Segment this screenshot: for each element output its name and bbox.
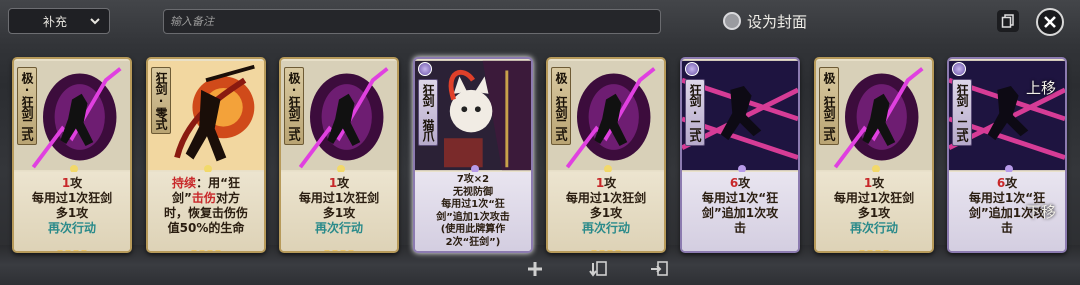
desc-line: 2次“狂剑”) [445, 236, 501, 248]
cost-icon [685, 62, 699, 76]
desc-line: 每用过1次狂剑 [833, 191, 915, 205]
desc-line: 多1攻 [589, 206, 623, 220]
export-button[interactable] [648, 258, 670, 280]
card-name: 极·狂剑二式 [17, 67, 37, 145]
attack-value: 1 [595, 176, 605, 190]
desc-line: 无视防御 [453, 186, 493, 198]
card-description: 1攻 每用过1次狂剑 多1攻 再次行动 [14, 172, 130, 251]
attack-unit: 攻 [337, 176, 350, 190]
desc-text: 剑” [172, 191, 192, 205]
attack-value: 1 [328, 176, 338, 190]
desc-line: (使用此牌算作 [440, 224, 506, 235]
category-label: 补充 [43, 14, 68, 29]
desc-line: 剑”追加1次攻 [701, 206, 779, 220]
desc-keyword: 再次行动 [581, 221, 630, 235]
attack-value: 6 [729, 176, 739, 190]
desc-line: 击 [733, 221, 746, 235]
desc-line: 时，恢复击伤伤 [163, 206, 248, 220]
category-dropdown[interactable]: 补充 [8, 8, 110, 34]
desc-keyword: 再次行动 [849, 221, 898, 235]
attack-value: 1 [61, 176, 71, 190]
radio-icon[interactable] [723, 12, 741, 30]
card-7[interactable]: 极·狂剑二式 1攻 每用过1次狂剑 多1攻 再次行动 [814, 57, 934, 253]
desc-text: 对方 [215, 191, 240, 205]
card-2[interactable]: 狂剑·零式 持续：用“狂 剑”击伤对方 时，恢复击伤伤 值50%的生命 [146, 57, 266, 253]
card-description: 1攻 每用过1次狂剑 多1攻 再次行动 [816, 172, 932, 251]
export-icon [651, 261, 668, 276]
keyword-wound: 击伤 [191, 191, 216, 205]
card-description: 1攻 每用过1次狂剑 多1攻 再次行动 [281, 172, 397, 251]
copy-button[interactable] [997, 10, 1019, 32]
desc-line: 每用过1次“狂 [441, 199, 505, 210]
rarity-dots [191, 250, 221, 251]
attack-value: 1 [863, 176, 873, 190]
cost-icon [418, 62, 432, 76]
card-name: 狂剑·零式 [151, 67, 171, 134]
card-description: 7攻×2 无视防御 每用过1次“狂 剑”追加1次攻击 (使用此牌算作 2次“狂剑… [415, 172, 531, 251]
set-cover-label: 设为封面 [747, 12, 808, 31]
desc-line: 多1攻 [55, 206, 89, 220]
rarity-dots [859, 250, 889, 251]
attack-unit: 攻 [738, 176, 751, 190]
cost-icon [952, 62, 966, 76]
copy-icon [1001, 14, 1014, 28]
desc-line: 每用过1次狂剑 [565, 191, 647, 205]
desc-line: 每用过1次“狂 [701, 191, 779, 205]
import-button[interactable] [587, 258, 609, 280]
move-down-label: 下移 [1025, 202, 1056, 221]
desc-keyword: 再次行动 [314, 221, 363, 235]
add-button[interactable] [524, 258, 546, 280]
desc-line: 剑”追加1次攻击 [436, 211, 510, 223]
desc-line: 多1攻 [322, 206, 356, 220]
move-up-label: 上移 [1025, 78, 1056, 97]
card-6[interactable]: 狂剑·二式 6攻 每用过1次“狂 剑”追加1次攻 击 [680, 57, 800, 253]
desc-line: 值50%的生命 [167, 221, 245, 235]
attack-value: 6 [996, 176, 1006, 190]
close-icon [1044, 16, 1056, 28]
attack-unit: 攻 [70, 176, 83, 190]
desc-line: 每用过1次狂剑 [298, 191, 380, 205]
set-cover-toggle[interactable]: 设为封面 [723, 10, 807, 32]
card-name: 狂剑·猫爪 [418, 79, 438, 146]
move-down-button[interactable]: 下移 [1018, 196, 1064, 226]
card-name: 极·狂剑二式 [284, 67, 304, 145]
desc-line: 每用过1次狂剑 [31, 191, 113, 205]
card-3[interactable]: 极·狂剑二式 1攻 每用过1次狂剑 多1攻 再次行动 [279, 57, 399, 253]
card-name: 极·狂剑二式 [551, 67, 571, 145]
attack-unit: 攻 [1005, 176, 1018, 190]
import-icon [589, 261, 607, 277]
card-description: 6攻 每用过1次“狂 剑”追加1次攻 击 [682, 172, 798, 251]
desc-keyword: 再次行动 [47, 221, 96, 235]
rarity-dots [57, 250, 87, 251]
attack-unit: 攻 [872, 176, 885, 190]
desc-line: 多1攻 [857, 206, 891, 220]
card-1[interactable]: 极·狂剑二式 1攻 每用过1次狂剑 多1攻 再次行动 [12, 57, 132, 253]
add-icon [528, 262, 542, 276]
rarity-dots [324, 250, 354, 251]
keyword-sustain: 持续 [172, 176, 197, 190]
card-5[interactable]: 极·狂剑二式 1攻 每用过1次狂剑 多1攻 再次行动 [546, 57, 666, 253]
chevron-down-icon [90, 18, 100, 25]
desc-line: 7攻×2 [456, 174, 490, 185]
close-button[interactable] [1036, 8, 1064, 36]
card-description: 1攻 每用过1次狂剑 多1攻 再次行动 [548, 172, 664, 251]
card-name: 狂剑·二式 [685, 79, 705, 146]
card-4[interactable]: 狂剑·猫爪 7攻×2 无视防御 每用过1次“狂 剑”追加1次攻击 (使用此牌算作… [413, 57, 533, 253]
attack-unit: 攻 [604, 176, 617, 190]
card-name: 极·狂剑二式 [819, 67, 839, 145]
card-description: 持续：用“狂 剑”击伤对方 时，恢复击伤伤 值50%的生命 [148, 172, 264, 251]
rarity-dots [591, 250, 621, 251]
desc-text: ：用“狂 [196, 176, 240, 190]
move-up-button[interactable]: 上移 [1018, 72, 1064, 102]
note-input[interactable] [163, 9, 661, 34]
card-name: 狂剑·二式 [952, 79, 972, 146]
